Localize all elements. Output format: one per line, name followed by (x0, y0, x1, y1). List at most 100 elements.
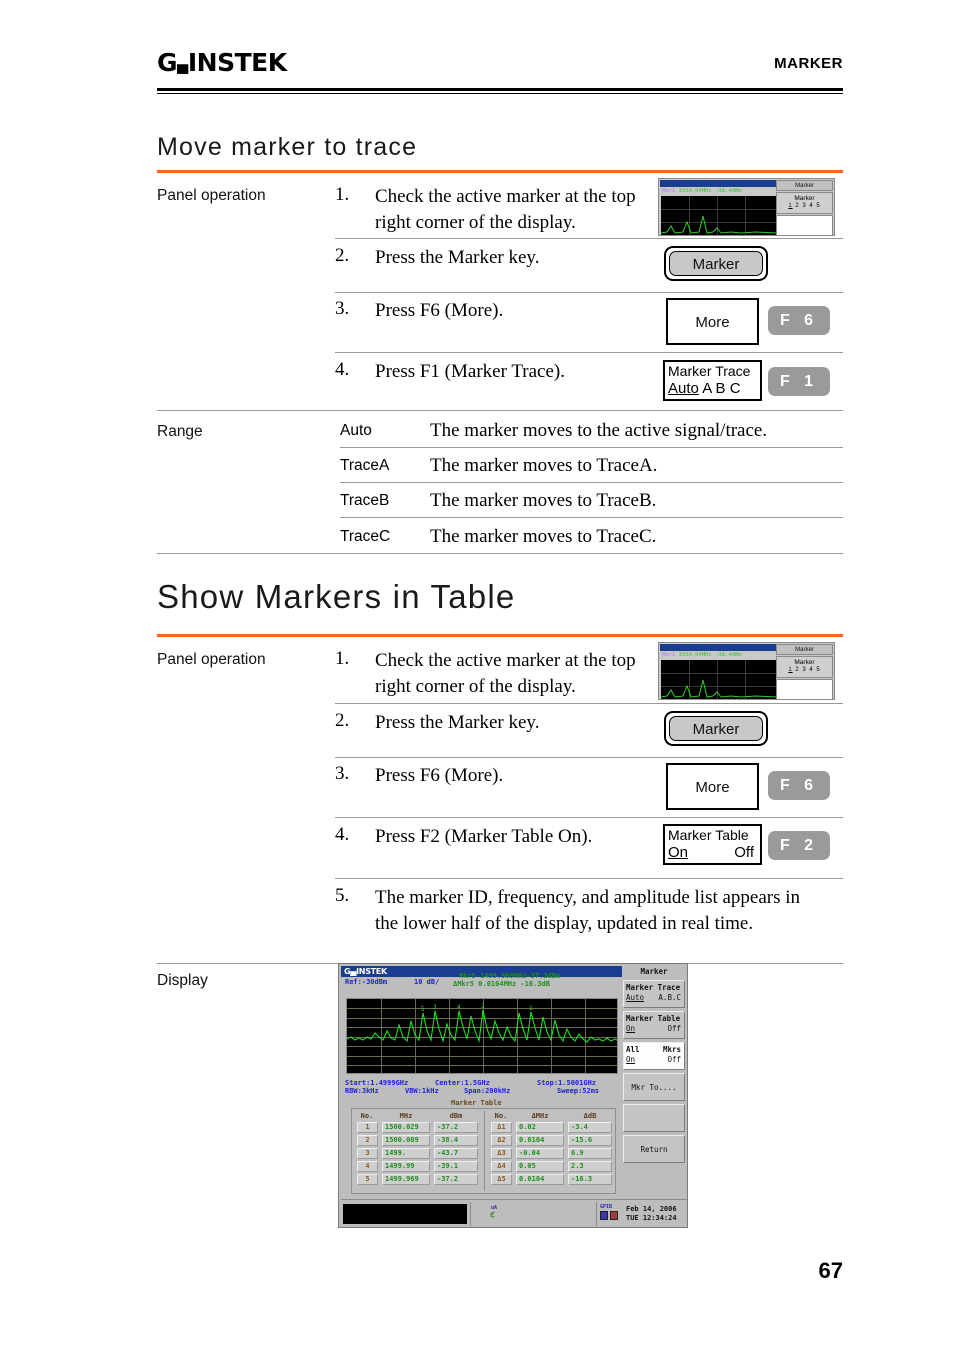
manual-page: G▄INSTEK MARKER Move marker to trace Pan… (0, 0, 954, 1350)
thumbnail-softkey-menu: Marker Marker 1 2 3 4 5 (776, 180, 833, 236)
step-number: 3. (335, 763, 350, 784)
display-stop-freq: Stop:1.5001GHz (537, 1079, 597, 1087)
marker-table-header: No. (494, 1112, 508, 1120)
section1-panel-operation-label: Panel operation (157, 187, 266, 204)
display-softkey-marker-table[interactable]: Marker Table On Off (623, 1011, 685, 1039)
marker-table-title: Marker Table (451, 1099, 502, 1107)
step-number: 1. (335, 648, 350, 669)
thumbnail-marker-prefix: Mkr1 (662, 652, 676, 658)
marker-table-cell-amp: -38.4 (434, 1135, 478, 1146)
range-key: TraceA (340, 457, 390, 474)
f1-key[interactable]: F 1 (768, 367, 830, 396)
softkey-selected: On (626, 1055, 636, 1064)
thumbnail-softkey-marker: Marker 1 2 3 4 5 (776, 192, 833, 214)
display-delta-reading: ΔMkr5 0.0104MHz -16.3dB (453, 980, 550, 988)
marker-trace-softkey[interactable]: Marker Trace Auto A B C (663, 360, 762, 401)
thumbnail-softkey-blank (776, 215, 833, 236)
marker-hardkey-label: Marker (692, 256, 740, 273)
svg-text:4: 4 (457, 1004, 461, 1011)
status-icon-red (610, 1211, 618, 1220)
marker-table-cell-no: Δ1 (491, 1122, 512, 1133)
marker-table-cell-no: Δ3 (491, 1148, 512, 1159)
step-number: 4. (335, 824, 350, 845)
status-date: Feb 14, 2006 (626, 1205, 677, 1213)
display-softkey-marker-trace[interactable]: Marker Trace Auto A.B.C (623, 980, 685, 1008)
range-key: TraceB (340, 492, 390, 509)
marker-table-softkey-off: Off (734, 844, 754, 861)
display-screen: Ref:-30dBm 10 dB/ Mkr5 1499.969MHz-37.2d… (341, 972, 622, 1197)
row-divider (335, 757, 843, 758)
marker-table-cell-no: 4 (357, 1161, 378, 1172)
marker-table-cell-amp: -37.2 (434, 1122, 478, 1133)
softkey-label: Return (640, 1145, 668, 1154)
marker-table-cell-dfreq: -0.04 (516, 1148, 564, 1159)
row-divider (335, 703, 843, 704)
f6-key[interactable]: F 6 (768, 771, 830, 800)
more-softkey[interactable]: More (666, 763, 759, 810)
page-number: 67 (818, 1258, 843, 1283)
softkey-alt: A.B.C (658, 993, 681, 1002)
marker-hardkey[interactable]: Marker (664, 711, 768, 746)
row-divider (335, 238, 843, 239)
marker-table-cell-dfreq: 0.0104 (516, 1174, 564, 1185)
marker-table-cell-freq: 1499.969 (382, 1174, 430, 1185)
f6-key[interactable]: F 6 (768, 306, 830, 335)
display-ref-level: Ref:-30dBm (345, 978, 388, 986)
display-softkey-blank[interactable] (623, 1104, 685, 1132)
display-softkey-all-mkrs[interactable]: All Mkrs On Off (623, 1042, 685, 1070)
display-thumbnail: Mkr1 1500.04MHz -38.4dBm Marker Marker 1… (658, 642, 835, 700)
step-number: 1. (335, 184, 350, 205)
display-marker-glyphs: 5 3 4 2 1 (421, 1003, 533, 1013)
marker-table-header: No. (360, 1112, 374, 1120)
range-desc: The marker moves to TraceC. (430, 526, 657, 547)
marker-table-cell-damp: -16.3 (568, 1174, 612, 1185)
display-scale: 10 dB/ (414, 978, 440, 986)
svg-text:2: 2 (481, 1003, 485, 1010)
display-softkey-return[interactable]: Return (623, 1135, 685, 1163)
step-number: 4. (335, 359, 350, 380)
more-softkey[interactable]: More (666, 298, 759, 345)
softkey-alt: Off (667, 1024, 681, 1033)
softkey-selected: On (626, 1024, 636, 1033)
display-marker-reading: Mkr5 1499.969MHz-37.2dBm (459, 972, 561, 980)
marker-table-cell-damp: 2.3 (568, 1161, 612, 1172)
thumbnail-softkey-marker: Marker 1 2 3 4 5 (776, 656, 833, 678)
thumbnail-title-bar (660, 644, 776, 651)
instrument-display-screenshot: G▄INSTEK Ref:-30dBm 10 dB/ Mkr5 1499.969… (338, 963, 688, 1228)
display-thumbnail: Mkr1 1500.04MHz -38.4dBm Marker Marker 1… (658, 178, 835, 236)
display-spectrum-plot: 5 3 4 2 1 (346, 998, 618, 1074)
marker-table-cell-no: Δ5 (491, 1174, 512, 1185)
marker-table-cell-damp: -15.6 (568, 1135, 612, 1146)
thumbnail-softkey-values: 1 2 3 4 5 (788, 667, 821, 673)
marker-table-cell-dfreq: 0.0104 (516, 1135, 564, 1146)
svg-text:5: 5 (421, 1006, 425, 1013)
step-text: The marker ID, frequency, and amplitude … (375, 887, 801, 934)
softkey-label: Mkr To.... (631, 1083, 677, 1092)
range-desc: The marker moves to TraceB. (430, 490, 657, 511)
range-desc: The marker moves to the active signal/tr… (430, 420, 768, 441)
marker-table-cell-freq: 1499. (382, 1148, 430, 1159)
marker-hardkey[interactable]: Marker (664, 246, 768, 281)
marker-table-softkey[interactable]: Marker Table On Off (663, 824, 762, 865)
marker-table-cell-no: 5 (357, 1174, 378, 1185)
status-time: TUE 12:34:24 (626, 1214, 677, 1222)
marker-table-cell-damp: 6.9 (568, 1148, 612, 1159)
thumbnail-softkey-menu: Marker Marker 1 2 3 4 5 (776, 644, 833, 700)
marker-table-cell-freq: 1500.029 (382, 1122, 430, 1133)
thumbnail-menu-title: Marker (776, 644, 833, 655)
display-softkey-mkr-to[interactable]: Mkr To.... (623, 1073, 685, 1101)
step-text: Press the Marker key. (375, 247, 540, 268)
marker-table-cell-damp: -3.4 (568, 1122, 612, 1133)
status-message-area (343, 1204, 467, 1224)
softkey-label: Marker Trace (626, 983, 681, 992)
marker-table-cell-dfreq: 0.05 (516, 1161, 564, 1172)
f2-key[interactable]: F 2 (768, 831, 830, 860)
marker-table-header: dBm (449, 1112, 463, 1120)
row-divider (335, 817, 843, 818)
marker-table-cell-no: Δ2 (491, 1135, 512, 1146)
section1-accent-rule (157, 170, 843, 173)
step-number: 5. (335, 885, 350, 906)
step-number: 3. (335, 298, 350, 319)
step-text: Press the Marker key. (375, 712, 540, 733)
more-softkey-label: More (695, 779, 730, 796)
